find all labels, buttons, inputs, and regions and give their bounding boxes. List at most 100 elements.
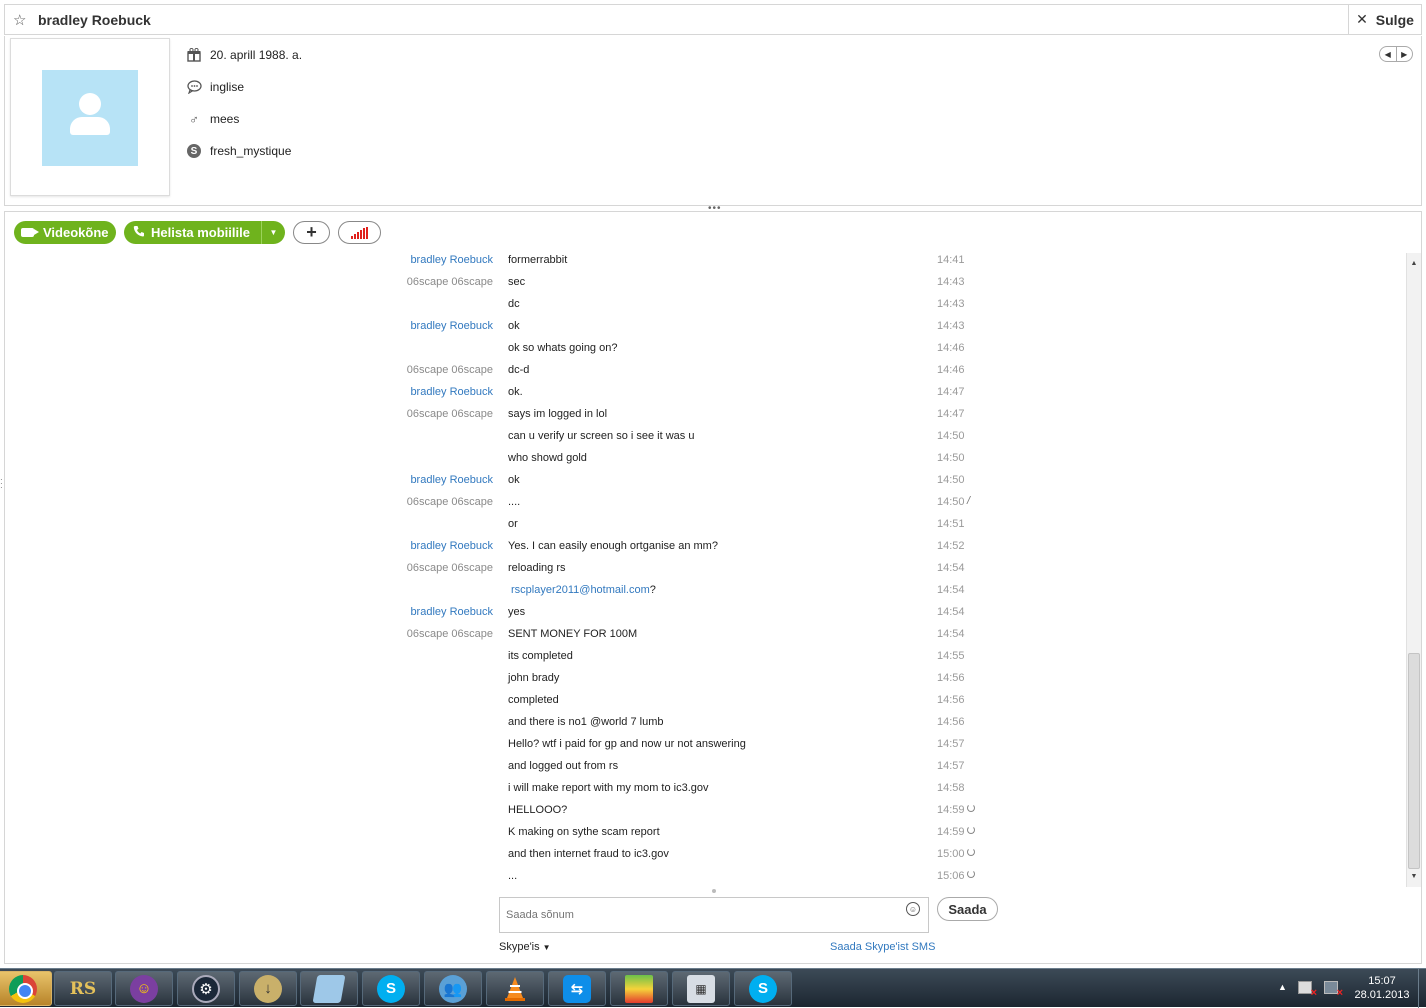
prev-arrow-icon[interactable]: ◀ [1380, 47, 1396, 61]
profile-pager: ◀ ▶ [1379, 46, 1413, 62]
video-call-label: Videokõne [43, 225, 109, 240]
favorite-star-icon[interactable]: ☆ [13, 11, 26, 29]
email-link[interactable]: rscplayer2011@hotmail.com [511, 584, 650, 596]
composer-resize-handle[interactable] [712, 889, 716, 893]
message-text: Yes. I can easily enough ortganise an mm… [508, 540, 718, 552]
message-row: ok so whats going on? 14:46 [5, 341, 1005, 363]
add-people-button[interactable]: + [293, 221, 330, 244]
message-sender[interactable]: bradley Roebuck [293, 606, 493, 618]
scroll-down-arrow-icon[interactable]: ▼ [1407, 869, 1421, 884]
taskbar-skype-2[interactable]: S [734, 971, 792, 1006]
gender-value: mees [210, 112, 240, 126]
message-row: bradley Roebuck ok. 14:47 [5, 385, 1005, 407]
taskbar-calculator[interactable]: ▦ [672, 971, 730, 1006]
message-time: 14:56 [937, 672, 965, 684]
taskbar-notepad[interactable] [300, 971, 358, 1006]
message-sender[interactable]: 06scape 06scape [293, 628, 493, 640]
message-text: reloading rs [508, 562, 566, 574]
avatar-frame [10, 38, 170, 196]
message-sender[interactable]: bradley Roebuck [293, 254, 493, 266]
clock-time: 15:07 [1368, 975, 1396, 987]
message-text: john brady [508, 672, 560, 684]
chrome-icon [9, 974, 37, 1003]
taskbar-contacts[interactable]: 👥 [424, 971, 482, 1006]
steam-icon: ⚙ [192, 974, 220, 1003]
taskbar-bluestacks[interactable] [610, 971, 668, 1006]
video-call-button[interactable]: Videokõne [14, 221, 116, 244]
taskbar-yahoo-messenger[interactable]: ☺ [115, 971, 173, 1006]
call-mobile-button[interactable]: Helista mobiilile [124, 221, 261, 244]
system-tray: ▲ 15:07 28.01.2013 [1266, 969, 1426, 1008]
message-row: its completed 14:55 [5, 649, 1005, 671]
message-sender[interactable]: 06scape 06scape [293, 408, 493, 420]
taskbar-chrome[interactable] [0, 971, 52, 1006]
profile-panel: 20. aprill 1988. a. inglise ♂ mees S fre… [4, 36, 1422, 206]
taskbar-vlc[interactable] [486, 971, 544, 1006]
show-desktop-button[interactable] [1418, 969, 1426, 1008]
sending-spinner-icon [967, 803, 975, 815]
message-input[interactable] [499, 897, 929, 933]
message-sender[interactable]: 06scape 06scape [293, 562, 493, 574]
male-symbol-icon: ♂ [189, 111, 199, 127]
emoticon-icon[interactable]: ☺ [906, 902, 920, 916]
sidebar-resize-grip[interactable]: · · · [0, 476, 3, 492]
message-time: 14:56 [937, 694, 965, 706]
action-center-flag-icon[interactable] [1298, 981, 1317, 999]
message-time: 14:43 [937, 276, 965, 288]
message-row: i will make report with my mom to ic3.go… [5, 781, 1005, 803]
language-value: inglise [210, 80, 245, 94]
message-time: 14:59 [937, 826, 965, 838]
call-quality-button[interactable] [338, 221, 381, 244]
message-row: K making on sythe scam report 14:59 [5, 825, 1005, 847]
call-options-dropdown[interactable]: ▼ [261, 221, 285, 244]
message-sender[interactable]: bradley Roebuck [293, 540, 493, 552]
message-text: says im logged in lol [508, 408, 608, 420]
send-sms-link[interactable]: Saada Skype'ist SMS [830, 941, 935, 953]
sending-spinner-icon [967, 825, 975, 837]
avatar[interactable] [42, 70, 138, 166]
message-row: 06scape 06scape says im logged in lol 14:4… [5, 407, 1005, 429]
taskbar-steam[interactable]: ⚙ [177, 971, 235, 1006]
show-hidden-icons-arrow-icon[interactable]: ▲ [1278, 982, 1287, 992]
gender-row: ♂ mees [186, 110, 239, 128]
taskbar-runescape[interactable]: RS [54, 971, 112, 1006]
avatar-head-icon [79, 93, 101, 115]
message-text: can u verify ur screen so i see it was u [508, 430, 695, 442]
send-via-dropdown[interactable]: Skype'is ▼ [499, 941, 551, 953]
clock-date: 28.01.2013 [1354, 989, 1410, 1001]
taskbar-skype[interactable]: S [362, 971, 420, 1006]
taskbar-download-manager[interactable]: ↓ [239, 971, 297, 1006]
next-arrow-icon[interactable]: ▶ [1395, 47, 1413, 61]
message-sender[interactable]: 06scape 06scape [293, 276, 493, 288]
scroll-thumb[interactable] [1408, 653, 1420, 869]
chat-scrollbar[interactable]: ▲ ▼ [1406, 253, 1421, 887]
message-sender[interactable]: bradley Roebuck [293, 474, 493, 486]
bluestacks-icon [625, 974, 653, 1003]
message-sender[interactable]: 06scape 06scape [293, 496, 493, 508]
taskbar-teamviewer[interactable]: ⇆ [548, 971, 606, 1006]
message-sender[interactable]: bradley Roebuck [293, 386, 493, 398]
chat-history: bradley Roebuck formerrabbit 14:41 06scape … [4, 253, 1422, 887]
plus-icon: + [306, 222, 317, 242]
message-row: rscplayer2011@hotmail.com? 14:54 [5, 583, 1005, 605]
message-sender[interactable]: bradley Roebuck [293, 320, 493, 332]
close-button[interactable]: ✕ Sulge [1348, 5, 1421, 34]
phone-icon [133, 225, 145, 240]
message-sender[interactable]: 06scape 06scape [293, 364, 493, 376]
network-status-icon[interactable] [1324, 981, 1343, 999]
message-text: ok so whats going on? [508, 342, 618, 354]
message-time: 14:46 [937, 342, 965, 354]
message-time: 14:57 [937, 738, 965, 750]
message-text: sec [508, 276, 526, 288]
send-button[interactable]: Saada [937, 897, 998, 921]
scroll-up-arrow-icon[interactable]: ▲ [1407, 256, 1421, 271]
taskbar-clock[interactable]: 15:07 28.01.2013 [1348, 974, 1416, 1002]
message-text-suffix: ? [649, 584, 656, 596]
message-time: 14:46 [937, 364, 965, 376]
message-row: and logged out from rs 14:57 [5, 759, 1005, 781]
contact-name-title: bradley Roebuck [38, 12, 151, 28]
message-time: 14:58 [937, 782, 965, 794]
message-text: who showd gold [508, 452, 587, 464]
conversation-header: ☆ bradley Roebuck ✕ Sulge [4, 4, 1422, 35]
message-time: 14:47 [937, 408, 965, 420]
